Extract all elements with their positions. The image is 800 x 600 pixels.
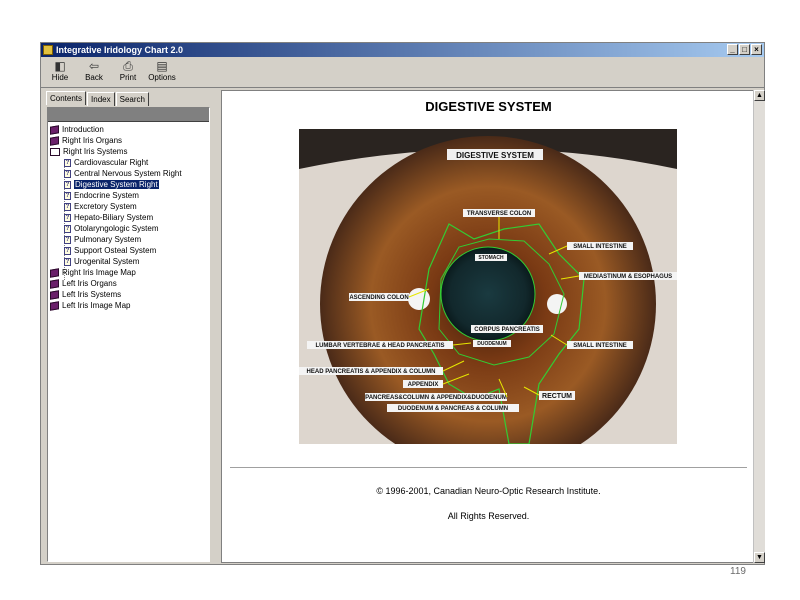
back-arrow-icon: ⇦ xyxy=(88,59,100,73)
closed-book-icon xyxy=(50,268,59,278)
light-reflection-right xyxy=(547,294,567,314)
label-appendix: APPENDIX xyxy=(408,382,439,388)
tree-item-cns[interactable]: ? Central Nervous System Right xyxy=(64,168,182,179)
tree-item-otolaryngologic[interactable]: ? Otolaryngologic System xyxy=(64,223,158,234)
back-button[interactable]: ⇦ Back xyxy=(77,59,111,87)
print-button[interactable]: ⎙ Print xyxy=(111,59,145,87)
copyright-text: © 1996-2001, Canadian Neuro-Optic Resear… xyxy=(376,486,601,496)
help-page-icon: ? xyxy=(64,257,71,266)
options-label: Options xyxy=(148,73,176,82)
slide-page-number: 119 xyxy=(730,566,746,577)
closed-book-icon xyxy=(50,136,59,146)
help-page-icon: ? xyxy=(64,158,71,167)
help-page-icon: ? xyxy=(64,224,71,233)
tree-item-excretory[interactable]: ? Excretory System xyxy=(64,201,137,212)
label-small-intestine-upper: SMALL INTESTINE xyxy=(573,244,627,250)
help-page-icon: ? xyxy=(64,191,71,200)
label-lumbar-vertebrae: LUMBAR VERTEBRAE & HEAD PANCREATIS xyxy=(315,343,444,349)
print-label: Print xyxy=(119,73,137,82)
open-book-icon xyxy=(50,147,60,156)
tree-item-right-iris-map[interactable]: Right Iris Image Map xyxy=(50,267,136,278)
closed-book-icon xyxy=(50,301,59,311)
tree-item-left-iris-map[interactable]: Left Iris Image Map xyxy=(50,300,130,311)
iris-chart-svg: DIGESTIVE SYSTEM TRANSVERSE COLON SMALL … xyxy=(299,129,677,444)
help-page-icon: ? xyxy=(64,202,71,211)
nav-tabs: Contents Index Search xyxy=(46,91,150,106)
closed-book-icon xyxy=(50,125,59,135)
tree-item-introduction[interactable]: Introduction xyxy=(50,124,104,135)
horizontal-divider xyxy=(230,467,747,468)
tree-item-left-iris-organs[interactable]: Left Iris Organs xyxy=(50,278,117,289)
tree-item-hepato-biliary[interactable]: ? Hepato-Biliary System xyxy=(64,212,153,223)
content-scrollbar[interactable]: ▲ ▼ xyxy=(753,90,765,563)
tree-item-right-iris-organs[interactable]: Right Iris Organs xyxy=(50,135,122,146)
label-duodenum-pancreas: DUODENUM & PANCREAS & COLUMN xyxy=(398,406,508,412)
chart-title: DIGESTIVE SYSTEM xyxy=(456,151,534,160)
scroll-up-button[interactable]: ▲ xyxy=(754,90,765,101)
hide-button[interactable]: ◧ Hide xyxy=(43,59,77,87)
maximize-button[interactable]: □ xyxy=(739,44,750,55)
label-duodenum: DUODENUM xyxy=(477,341,506,347)
toolbar: ◧ Hide ⇦ Back ⎙ Print ▤ Options xyxy=(41,57,764,88)
contents-tree-box: Introduction Right Iris Organs Right Iri… xyxy=(47,107,210,562)
label-mediastinum: MEDIASTINUM & ESOPHAGUS xyxy=(584,274,672,280)
closed-book-icon xyxy=(50,279,59,289)
help-page-icon: ? xyxy=(64,246,71,255)
closed-book-icon xyxy=(50,290,59,300)
tree-item-pulmonary[interactable]: ? Pulmonary System xyxy=(64,234,141,245)
tab-contents[interactable]: Contents xyxy=(46,91,87,105)
tree-header-bar xyxy=(48,108,209,122)
label-stomach: STOMACH xyxy=(478,255,504,261)
light-reflection-left xyxy=(408,288,430,310)
back-label: Back xyxy=(85,73,103,82)
help-page-icon: ? xyxy=(64,213,71,222)
options-icon: ▤ xyxy=(156,59,168,73)
label-corpus-pancreatis: CORPUS PANCREATIS xyxy=(474,327,539,333)
iris-chart-image: DIGESTIVE SYSTEM TRANSVERSE COLON SMALL … xyxy=(299,129,677,444)
rights-text: All Rights Reserved. xyxy=(447,511,530,521)
tree-item-support-osteal[interactable]: ? Support Osteal System xyxy=(64,245,156,256)
close-button[interactable]: × xyxy=(751,44,762,55)
navigation-pane: Contents Index Search Introduction Right… xyxy=(44,90,212,563)
options-button[interactable]: ▤ Options xyxy=(145,59,179,87)
label-small-intestine-lower: SMALL INTESTINE xyxy=(573,343,627,349)
window-title: Integrative Iridology Chart 2.0 xyxy=(56,45,184,55)
hide-label: Hide xyxy=(51,73,69,82)
tree-item-left-iris-systems[interactable]: Left Iris Systems xyxy=(50,289,121,300)
label-rectum: RECTUM xyxy=(542,393,572,400)
help-page-icon: ? xyxy=(64,235,71,244)
minimize-button[interactable]: _ xyxy=(727,44,738,55)
tab-index[interactable]: Index xyxy=(87,92,115,106)
help-window: Integrative Iridology Chart 2.0 _ □ × ◧ … xyxy=(40,42,765,565)
tree-item-right-iris-systems[interactable]: Right Iris Systems xyxy=(50,146,127,157)
tree-item-urogenital[interactable]: ? Urogenital System xyxy=(64,256,139,267)
label-ascending-colon: ASCENDING COLON xyxy=(349,295,408,301)
help-page-icon: ? xyxy=(64,169,71,178)
tab-search[interactable]: Search xyxy=(115,92,149,106)
content-pane: DIGESTIVE SYSTEM DIGESTIVE SYSTEM TRANSV… xyxy=(221,90,754,563)
hide-icon: ◧ xyxy=(54,59,66,73)
label-transverse-colon: TRANSVERSE COLON xyxy=(467,211,531,217)
scroll-down-button[interactable]: ▼ xyxy=(754,552,765,563)
label-head-pancreatis: HEAD PANCREATIS & APPENDIX & COLUMN xyxy=(307,369,436,375)
label-pancreas-column: PANCREAS&COLUMN & APPENDIX&DUODENUM xyxy=(365,395,507,401)
help-page-icon: ? xyxy=(64,180,71,189)
title-bar: Integrative Iridology Chart 2.0 _ □ × xyxy=(41,43,764,57)
tree-item-cardiovascular[interactable]: ? Cardiovascular Right xyxy=(64,157,148,168)
tree-item-endocrine[interactable]: ? Endocrine System xyxy=(64,190,139,201)
tree-item-digestive[interactable]: ? Digestive System Right xyxy=(64,179,159,190)
app-icon xyxy=(43,45,53,55)
page-heading: DIGESTIVE SYSTEM xyxy=(425,99,552,114)
printer-icon: ⎙ xyxy=(123,59,133,73)
